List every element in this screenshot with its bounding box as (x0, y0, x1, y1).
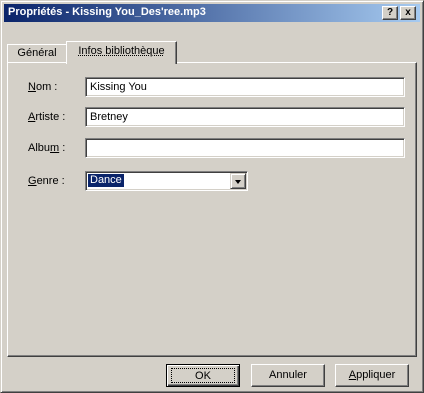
help-button[interactable]: ? (382, 6, 398, 20)
tab-general-label: Général (17, 47, 57, 59)
name-label: Nom : (28, 81, 58, 93)
artist-label: Artiste : (28, 111, 66, 123)
cancel-button[interactable]: Annuler (251, 364, 325, 387)
genre-select[interactable]: Dance (85, 171, 248, 191)
properties-dialog: Propriétés - Kissing You_Des'ree.mp3 ? x… (0, 0, 424, 393)
name-input[interactable]: Kissing You (85, 77, 405, 97)
tab-library-info-label: Infos bibliothèque (78, 45, 165, 57)
apply-mnemonic: A (348, 369, 357, 381)
apply-button[interactable]: Appliquer (335, 364, 409, 387)
chevron-down-icon[interactable] (230, 173, 246, 189)
tab-general[interactable]: Général (7, 44, 67, 62)
album-input[interactable] (85, 138, 405, 158)
window-title: Propriétés - Kissing You_Des'ree.mp3 (8, 6, 206, 18)
genre-label: Genre : (28, 175, 65, 187)
album-label: Album : (28, 142, 66, 154)
artist-input[interactable]: Bretney (85, 107, 405, 127)
genre-selected-value: Dance (88, 174, 124, 187)
ok-button[interactable]: OK (166, 364, 240, 387)
tab-library-info[interactable]: Infos bibliothèque (66, 41, 177, 64)
close-button[interactable]: x (400, 6, 416, 20)
title-bar[interactable]: Propriétés - Kissing You_Des'ree.mp3 ? x (4, 4, 420, 22)
ok-button-label: OK (171, 368, 235, 383)
apply-label: ppliquer (356, 369, 396, 381)
